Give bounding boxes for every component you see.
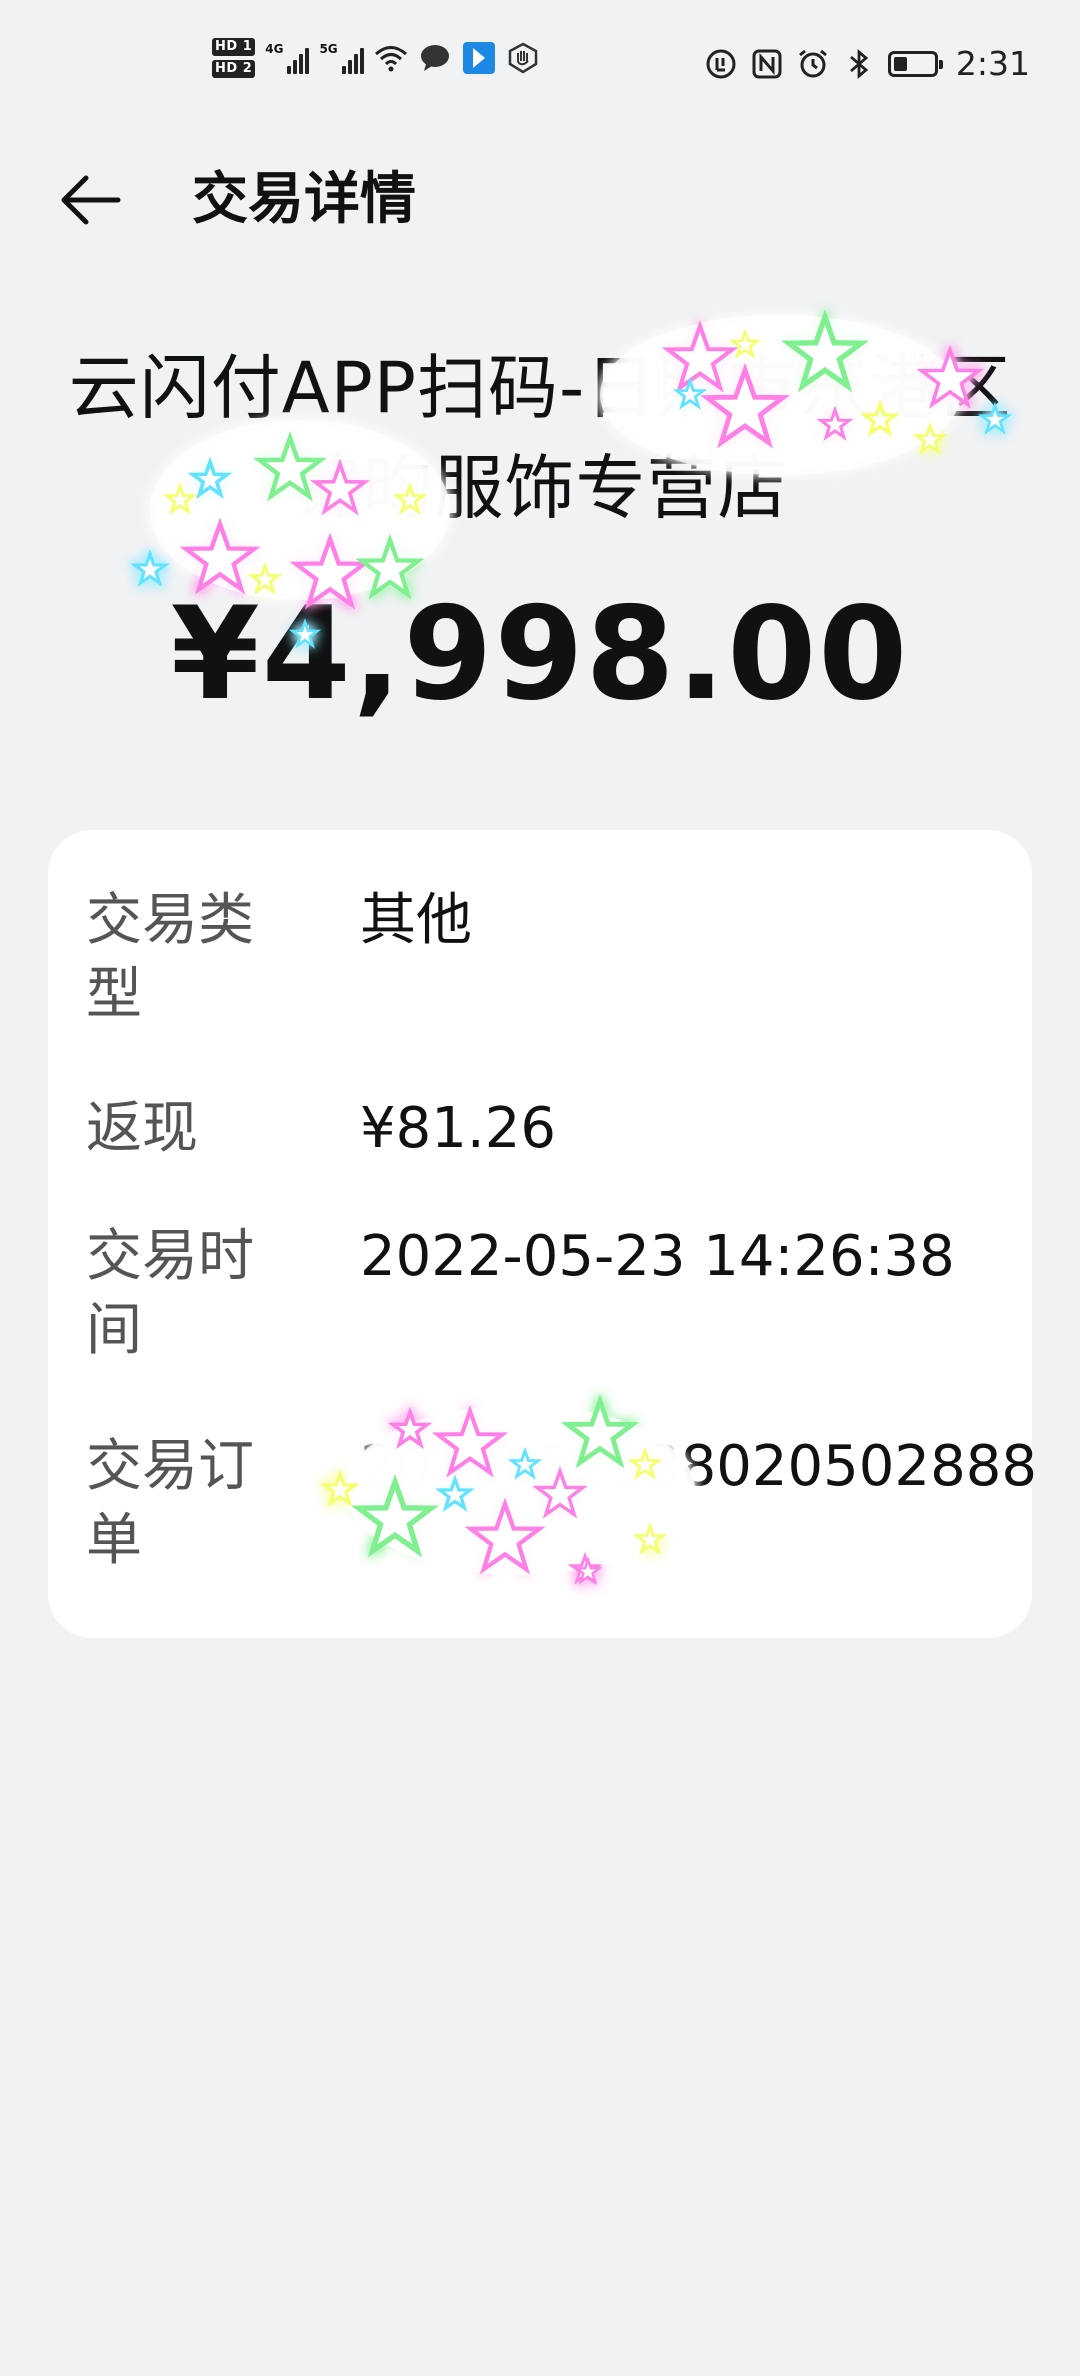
status-bar-left: HD 1 HD 2 4G 5G [212, 38, 540, 78]
wifi-icon [374, 41, 408, 75]
detail-value: ¥81.26 [360, 1096, 556, 1161]
hand-shield-icon [506, 41, 540, 75]
transaction-amount: ¥4,998.00 [170, 580, 910, 729]
alarm-icon [796, 47, 830, 81]
page-title: 交易详情 [192, 167, 416, 232]
detail-value: 2022-05-23 14:26:38 [360, 1224, 955, 1289]
merchant-name: 云闪付APP扫码-日照市东港区锦昀服饰专营店 [68, 347, 1012, 529]
arrow-left-icon [61, 175, 121, 225]
detail-label: 交易订单 [86, 1434, 254, 1573]
back-button[interactable] [60, 162, 150, 238]
detail-row-time: 交易时间 2022-05-23 14:26:38 [86, 1220, 1016, 1368]
signal-1-icon: 4G [265, 42, 310, 74]
detail-label: 返现 [86, 1096, 198, 1161]
detail-row-type: 交易类型 其他 [86, 884, 1016, 1032]
network-type-2: 5G [319, 42, 338, 56]
detail-label: 交易类型 [86, 888, 254, 1027]
hd1-badge: HD 1 [212, 38, 256, 56]
app-notification-icon [462, 41, 496, 75]
bluetooth-icon [842, 47, 876, 81]
detail-value: 其他 [360, 888, 472, 953]
transaction-detail-screen: HD 1 HD 2 4G 5G 2:31 交易详情 云闪付APP扫码-日照市东港… [0, 0, 1080, 2376]
chat-bubble-icon [418, 41, 452, 75]
top-app-bar: 交易详情 [0, 140, 1080, 260]
status-bar-right: 2:31 [704, 44, 1030, 83]
hd2-badge: HD 2 [212, 60, 256, 78]
battery-icon [887, 50, 943, 77]
hd-indicators: HD 1 HD 2 [212, 38, 256, 78]
status-bar: HD 1 HD 2 4G 5G 2:31 [0, 0, 1080, 120]
transaction-detail-card: 交易类型 其他 返现 ¥81.26 交易时间 2022-05-23 14:26:… [48, 830, 1037, 1638]
nfc-icon [750, 47, 784, 81]
battery-level [893, 56, 907, 71]
detail-value: 2022052338020502888 [360, 1434, 1037, 1499]
detail-row-cashback: 返现 ¥81.26 [86, 1092, 1016, 1166]
detail-label: 交易时间 [86, 1224, 254, 1363]
signal-2-icon: 5G [319, 42, 364, 74]
detail-row-order: 交易订单 2022052338020502888 [86, 1430, 1037, 1578]
status-time: 2:31 [955, 44, 1030, 83]
data-saver-icon [704, 47, 738, 81]
network-type-1: 4G [265, 42, 284, 56]
